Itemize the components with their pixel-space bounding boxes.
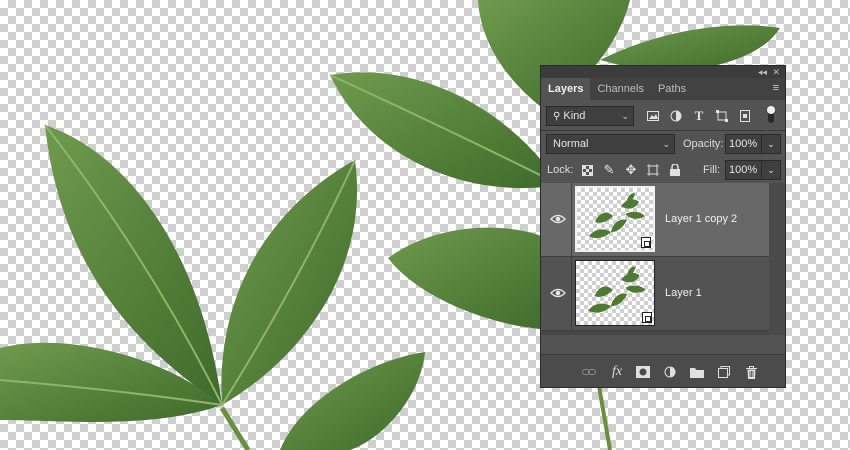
tab-layers[interactable]: Layers	[541, 78, 591, 100]
opacity-dropdown-button[interactable]: ⌄	[761, 134, 781, 154]
new-layer-icon[interactable]	[716, 364, 732, 380]
lock-image-pixels-icon[interactable]: ✎	[601, 162, 617, 178]
lock-row: Lock: ✎ ✥ Fill: 100% ⌄	[541, 158, 785, 182]
fill-dropdown-button[interactable]: ⌄	[761, 160, 781, 180]
lock-all-icon[interactable]	[667, 162, 683, 178]
fill-label: Fill:	[703, 164, 721, 176]
add-mask-icon[interactable]	[635, 364, 651, 380]
layer-thumbnail[interactable]	[575, 186, 655, 252]
smart-object-icon	[642, 312, 652, 323]
tab-channels[interactable]: Channels	[590, 78, 650, 100]
collapse-panel-button[interactable]: ◂◂	[758, 66, 767, 78]
blend-row: Normal ⌄ Opacity: 100% ⌄	[541, 132, 785, 156]
panel-tabs: Layers Channels Paths ≡	[541, 78, 785, 100]
filter-kind-dropdown[interactable]: ⚲ Kind ⌄	[546, 106, 634, 126]
filter-kind-label: Kind	[563, 110, 586, 122]
fill-input[interactable]: 100%	[725, 160, 762, 180]
type-filter-icon[interactable]: T	[691, 108, 707, 124]
layer-row[interactable]: Layer 1 copy 2	[541, 183, 769, 257]
blend-mode-value: Normal	[553, 138, 589, 150]
lock-transparent-pixels-icon[interactable]	[579, 162, 595, 178]
link-layers-icon[interactable]	[581, 364, 597, 380]
delete-icon[interactable]	[743, 364, 759, 380]
chevron-down-icon: ⌄	[621, 111, 629, 121]
shape-filter-icon[interactable]	[714, 108, 730, 124]
fx-icon[interactable]: fx	[609, 364, 625, 380]
tab-paths[interactable]: Paths	[651, 78, 693, 100]
filter-row: ⚲ Kind ⌄ T	[541, 104, 785, 128]
chevron-down-icon: ⌄	[767, 139, 775, 149]
adjustment-filter-icon[interactable]	[668, 108, 684, 124]
chevron-down-icon: ⌄	[662, 139, 670, 149]
eye-icon[interactable]	[550, 287, 566, 299]
lock-artboard-icon[interactable]	[645, 162, 661, 178]
adjustment-layer-icon[interactable]	[662, 364, 678, 380]
layers-scrollbar[interactable]	[769, 183, 785, 335]
layer-thumbnail[interactable]	[575, 260, 655, 326]
search-icon: ⚲	[553, 111, 561, 122]
image-filter-icon[interactable]	[645, 108, 661, 124]
layer-name[interactable]: Layer 1 copy 2	[665, 213, 737, 225]
new-group-icon[interactable]	[689, 364, 705, 380]
blend-mode-dropdown[interactable]: Normal ⌄	[546, 134, 675, 154]
eye-icon[interactable]	[550, 213, 566, 225]
lock-label: Lock:	[547, 164, 574, 176]
panel-titlebar: ◂◂ ✕	[541, 66, 785, 78]
layer-row[interactable]: Layer 1	[541, 257, 769, 331]
opacity-label: Opacity:	[683, 138, 724, 150]
layers-panel: ◂◂ ✕ Layers Channels Paths ≡ ⚲ Kind ⌄ T	[540, 65, 786, 388]
chevron-down-icon: ⌄	[767, 165, 775, 175]
panel-menu-icon[interactable]: ≡	[773, 82, 779, 94]
lock-position-icon[interactable]: ✥	[623, 162, 639, 178]
smart-object-icon	[641, 237, 651, 248]
layer-name[interactable]: Layer 1	[665, 287, 702, 299]
panel-bottom-bar: fx	[541, 354, 785, 387]
filter-toggle-icon[interactable]	[763, 106, 779, 123]
layers-list: Layer 1 copy 2 Layer 1	[541, 183, 785, 335]
opacity-input[interactable]: 100%	[725, 134, 762, 154]
smart-object-filter-icon[interactable]	[737, 108, 753, 124]
close-panel-button[interactable]: ✕	[772, 66, 780, 78]
